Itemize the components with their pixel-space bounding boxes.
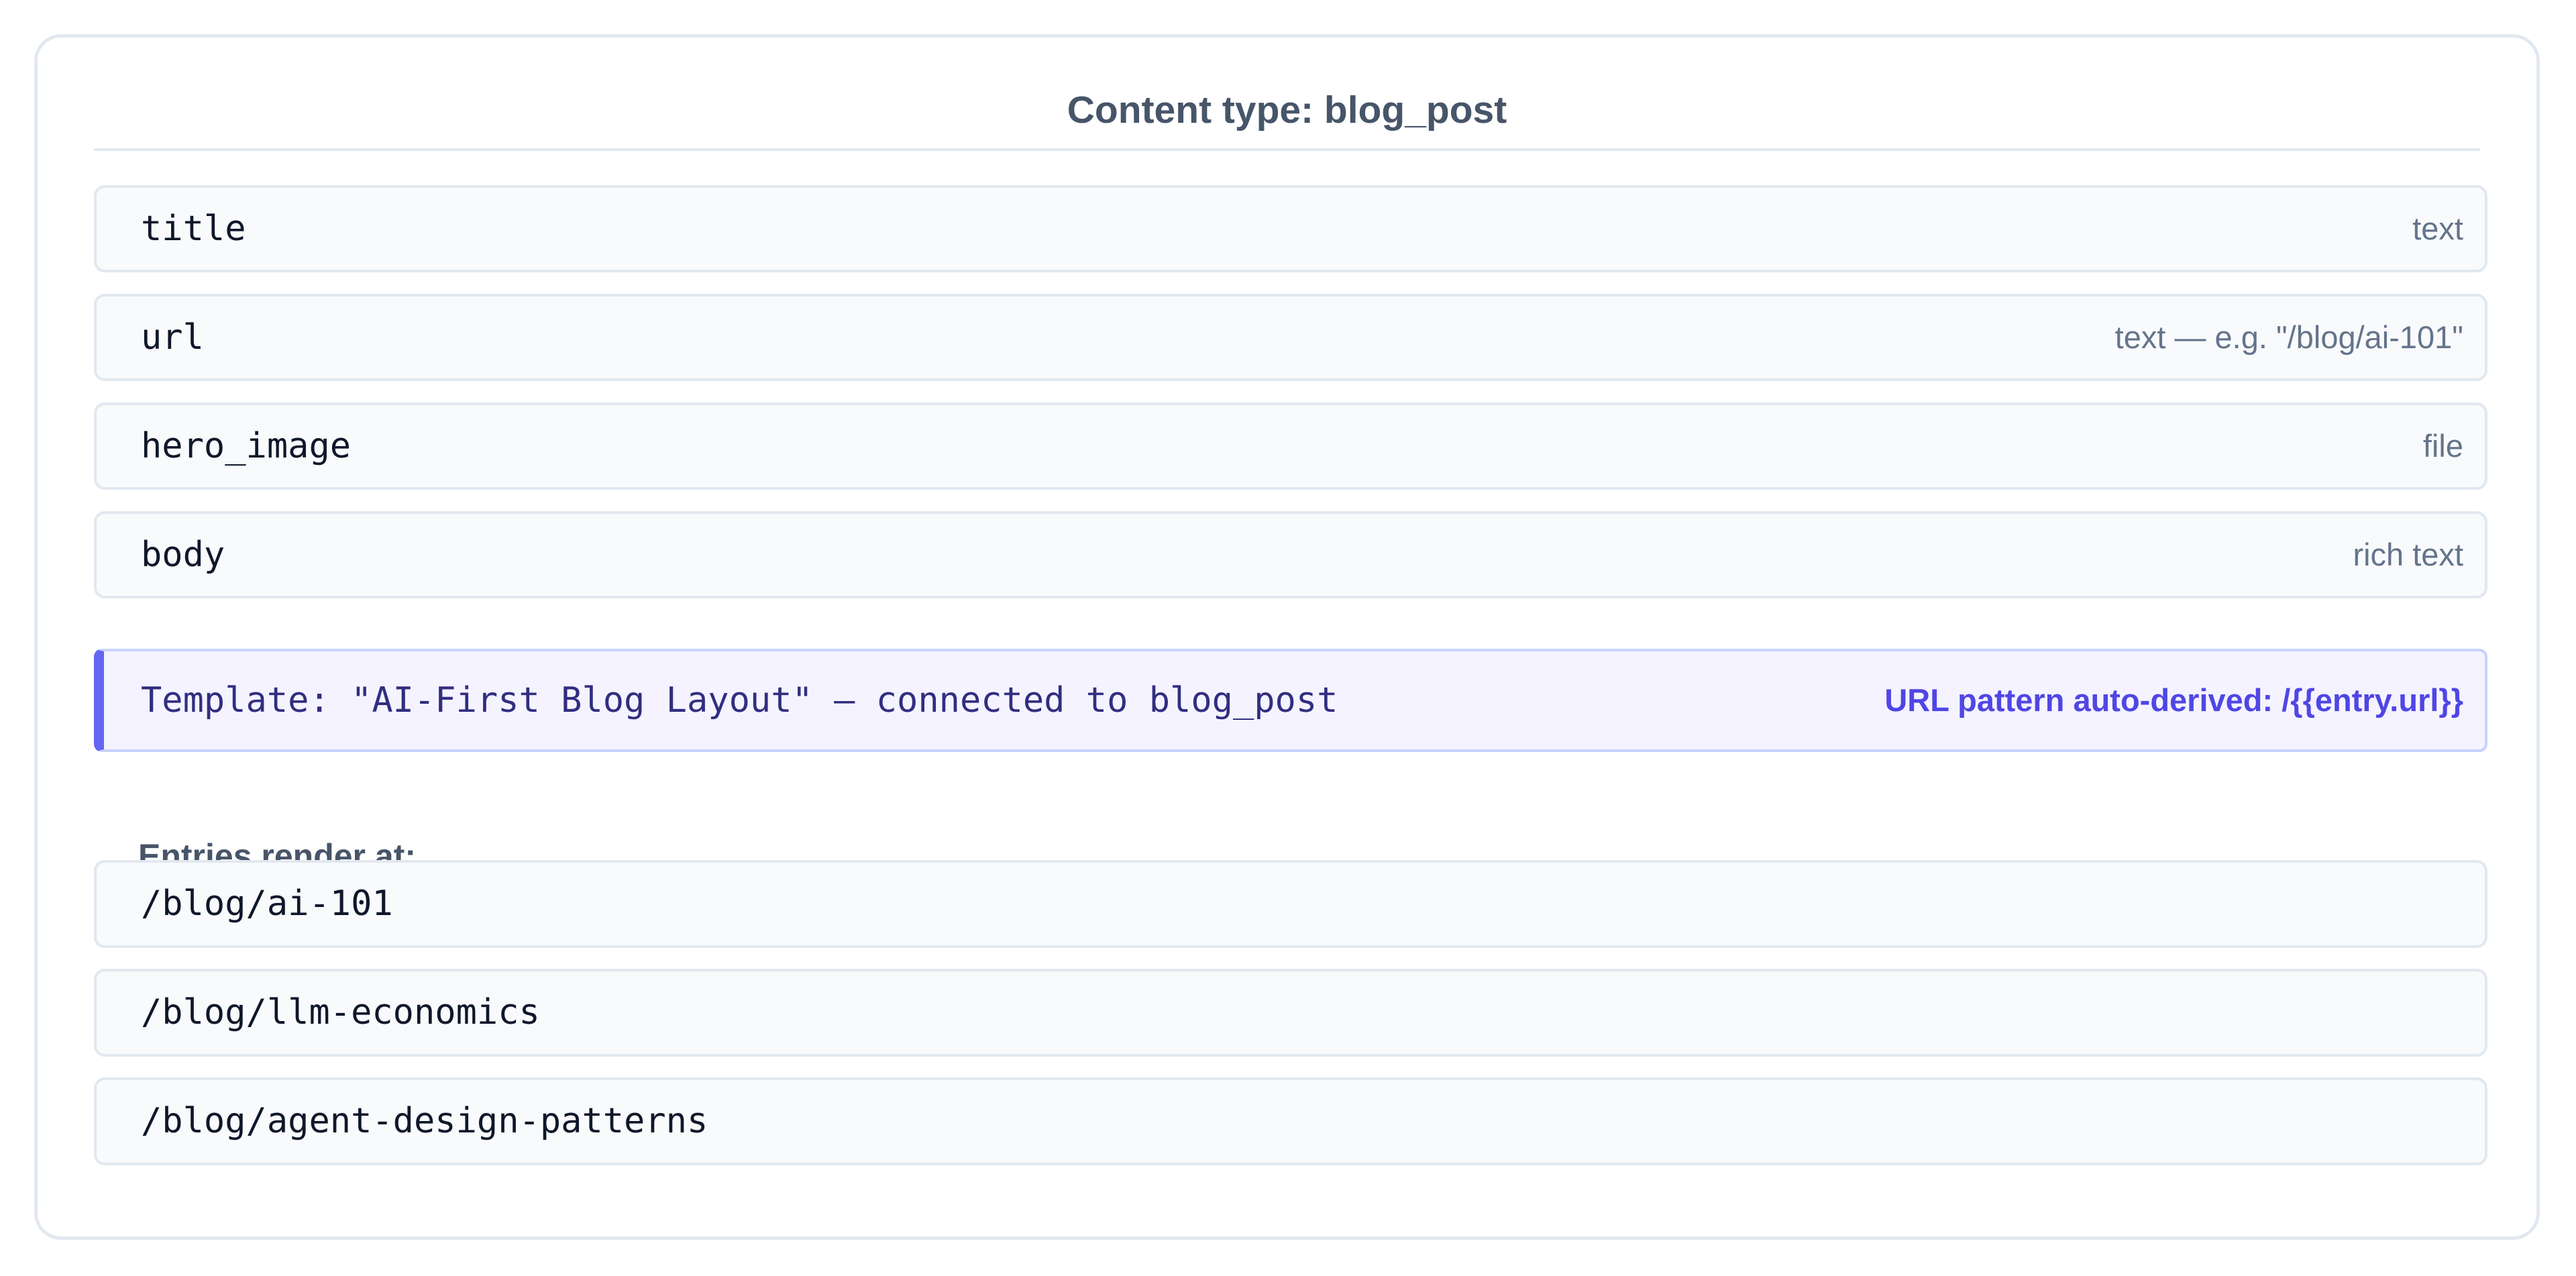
field-row-body[interactable]: body rich text — [94, 511, 2487, 598]
url-pattern-note: URL pattern auto-derived: /{{entry.url}} — [1884, 682, 2463, 718]
template-label: Template: "AI-First Blog Layout" — conne… — [141, 680, 1338, 721]
field-name: title — [141, 209, 246, 249]
field-name: body — [141, 535, 225, 575]
field-row-hero-image[interactable]: hero_image file — [94, 403, 2487, 490]
field-type: text — e.g. "/blog/ai-101" — [2114, 319, 2463, 355]
field-row-url[interactable]: url text — e.g. "/blog/ai-101" — [94, 294, 2487, 381]
field-type: rich text — [2353, 537, 2463, 572]
field-type: text — [2412, 211, 2463, 246]
field-name: url — [141, 317, 204, 358]
field-row-title[interactable]: title text — [94, 185, 2487, 272]
entry-row[interactable]: /blog/ai-101 — [94, 860, 2487, 948]
field-type: file — [2422, 428, 2463, 464]
title-divider — [94, 148, 2480, 151]
entry-row[interactable]: /blog/llm-economics — [94, 969, 2487, 1057]
entry-path: /blog/llm-economics — [141, 992, 540, 1032]
template-connection[interactable]: Template: "AI-First Blog Layout" — conne… — [94, 649, 2487, 752]
entry-path: /blog/ai-101 — [141, 884, 393, 924]
field-name: hero_image — [141, 426, 352, 466]
content-type-card: Content type: blog_post title text url t… — [34, 34, 2540, 1240]
entry-path: /blog/agent-design-patterns — [141, 1101, 708, 1141]
card-title: Content type: blog_post — [1067, 89, 1507, 131]
entry-row[interactable]: /blog/agent-design-patterns — [94, 1077, 2487, 1165]
